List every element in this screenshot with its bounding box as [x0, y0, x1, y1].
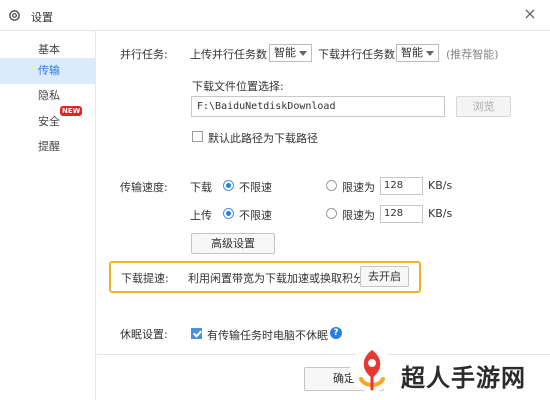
no-sleep-checkbox[interactable]: [191, 328, 202, 339]
download-unlimited-label: 不限速: [239, 181, 272, 194]
sidebar-item-label: 基本: [38, 43, 60, 56]
speed-section-label: 传输速度:: [120, 181, 168, 194]
sidebar: 基本 传输 隐私 安全 NEW 提醒: [0, 31, 96, 400]
sidebar-item-label: 安全: [38, 115, 60, 128]
upload-unit: KB/s: [428, 207, 453, 220]
chevron-down-icon: [299, 51, 307, 56]
default-path-checkbox[interactable]: [192, 131, 203, 142]
help-icon[interactable]: ?: [330, 327, 342, 339]
download-limit-input[interactable]: 128: [380, 177, 423, 195]
settings-panel: 并行任务: 上传并行任务数 智能 下载并行任务数 智能 (推荐智能) 下载文件位…: [97, 31, 550, 400]
chevron-down-icon: [426, 51, 434, 56]
upload-limit-radio[interactable]: [326, 208, 337, 219]
default-path-label: 默认此路径为下载路径: [208, 132, 318, 145]
boost-description: 利用闲置带宽为下载加速或换取积分: [188, 272, 364, 285]
parallel-section-label: 并行任务:: [120, 48, 168, 61]
sidebar-item-reminder[interactable]: 提醒: [0, 134, 96, 160]
boost-enable-button[interactable]: 去开启: [360, 266, 409, 287]
boost-section-label: 下载提速:: [121, 272, 169, 285]
download-location-label: 下载文件位置选择:: [192, 80, 284, 93]
download-parallel-label: 下载并行任务数: [318, 48, 395, 61]
download-limit-label: 限速为: [342, 181, 375, 194]
download-speed-label: 下载: [190, 181, 212, 194]
upload-unlimited-radio[interactable]: [223, 208, 234, 219]
download-unlimited-radio[interactable]: [223, 180, 234, 191]
parallel-hint: (推荐智能): [446, 48, 499, 61]
sidebar-item-label: 提醒: [38, 140, 60, 153]
footer-divider: [97, 354, 550, 355]
gear-icon: [9, 10, 20, 21]
close-icon[interactable]: ×: [522, 6, 538, 22]
browse-button[interactable]: 浏览: [456, 96, 511, 117]
sidebar-item-privacy[interactable]: 隐私: [0, 83, 96, 109]
title-bar: 设置 ×: [0, 0, 550, 31]
sidebar-item-transfer[interactable]: 传输: [0, 58, 96, 84]
watermark-logo-icon: [350, 348, 394, 392]
no-sleep-label: 有传输任务时电脑不休眠: [207, 329, 328, 342]
download-unit: KB/s: [428, 179, 453, 192]
sidebar-item-security[interactable]: 安全 NEW: [0, 106, 96, 135]
window-title: 设置: [31, 11, 53, 24]
download-parallel-select[interactable]: 智能: [396, 44, 439, 62]
upload-unlimited-label: 不限速: [239, 209, 272, 222]
advanced-settings-button[interactable]: 高级设置: [191, 233, 275, 254]
upload-limit-label: 限速为: [342, 209, 375, 222]
upload-limit-input[interactable]: 128: [380, 205, 423, 223]
download-limit-radio[interactable]: [326, 180, 337, 191]
sidebar-item-label: 隐私: [38, 89, 60, 102]
upload-parallel-select[interactable]: 智能: [269, 44, 312, 62]
watermark-text: 超人手游网: [401, 364, 526, 392]
new-badge: NEW: [60, 106, 83, 116]
upload-parallel-label: 上传并行任务数: [190, 48, 267, 61]
upload-speed-label: 上传: [190, 209, 212, 222]
download-path-field[interactable]: F:\BaiduNetdiskDownload: [191, 96, 445, 117]
sleep-section-label: 休眠设置:: [120, 328, 168, 341]
sidebar-item-label: 传输: [38, 64, 60, 77]
